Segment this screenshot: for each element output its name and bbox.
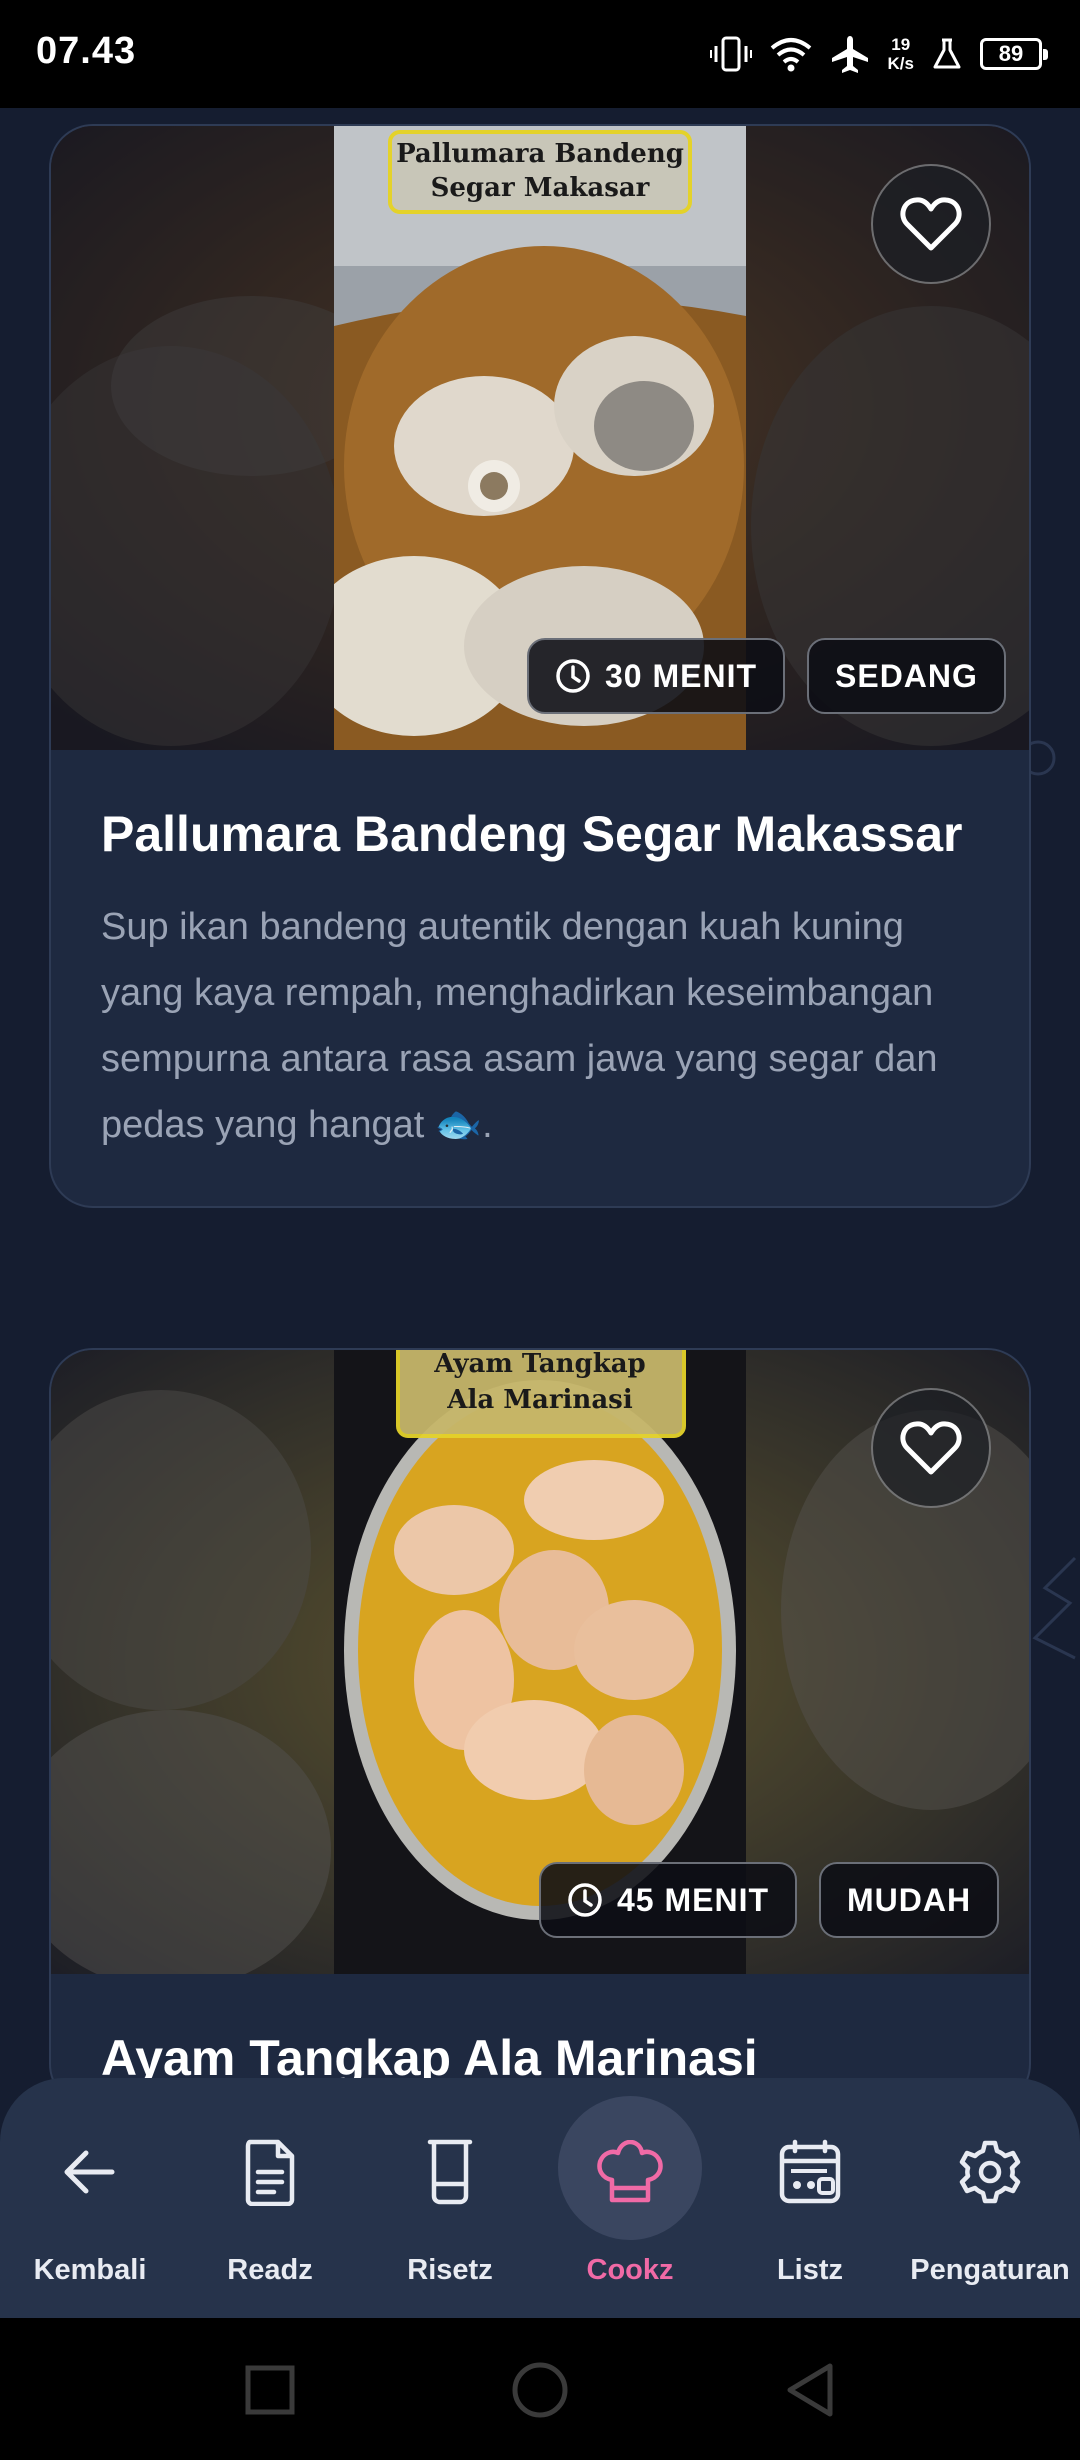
- nav-label: Risetz: [407, 2254, 493, 2286]
- recipe-card[interactable]: Ayam Tangkap Ala Marinasi 45 MENIT MUDAH…: [49, 1348, 1031, 2080]
- nav-item-readz[interactable]: Readz: [180, 2078, 360, 2318]
- recipe-card-body: Ayam Tangkap Ala Marinasi: [51, 1974, 1029, 2080]
- cook-time-label: 30 MENIT: [605, 657, 758, 694]
- bottom-navigation: Kembali Readz Risetz Cookz Listz Pengatu…: [0, 2078, 1080, 2318]
- favorite-button[interactable]: [871, 164, 991, 284]
- recipe-title: Pallumara Bandeng Segar Makassar: [101, 806, 963, 862]
- recents-button[interactable]: [232, 2352, 308, 2428]
- list-calendar-icon: [760, 2122, 860, 2222]
- square-icon: [245, 2365, 295, 2415]
- recipe-card[interactable]: Pallumara Bandeng Segar Makasar 30 MENIT: [49, 124, 1031, 1208]
- nav-label: Listz: [776, 2254, 844, 2286]
- difficulty-badge: SEDANG: [807, 638, 1006, 714]
- recipe-image: Ayam Tangkap Ala Marinasi 45 MENIT MUDAH: [51, 1350, 1029, 1974]
- flask-icon: [933, 38, 961, 69]
- cook-time-label: 45 MENIT: [617, 1881, 770, 1918]
- system-navigation-bar: [0, 2318, 1080, 2460]
- battery-icon: 89: [980, 38, 1048, 70]
- home-button[interactable]: [502, 2352, 578, 2428]
- image-caption-line-2: Ala Marinasi: [446, 1385, 633, 1415]
- difficulty-badge: MUDAH: [819, 1862, 1000, 1938]
- network-speed: 19 K/s: [888, 35, 914, 73]
- background-doodle: [1032, 1556, 1077, 1660]
- favorite-button[interactable]: [871, 1388, 991, 1508]
- gear-icon: [940, 2122, 1040, 2222]
- cook-time-badge: 30 MENIT: [527, 638, 786, 714]
- vibrate-icon: [709, 36, 752, 72]
- document-icon: [220, 2122, 320, 2222]
- difficulty-label: MUDAH: [847, 1881, 972, 1918]
- image-caption-line-1: Ayam Tangkap: [433, 1350, 645, 1379]
- nav-item-cookz[interactable]: Cookz: [540, 2078, 720, 2318]
- circle-icon: [512, 2362, 568, 2418]
- cook-time-badge: 45 MENIT: [539, 1862, 798, 1938]
- image-caption-line-2: Segar Makasar: [431, 173, 650, 203]
- nav-label: Pengaturan: [910, 2254, 1070, 2286]
- recipe-image: Pallumara Bandeng Segar Makasar 30 MENIT: [51, 126, 1029, 750]
- chef-hat-icon: [580, 2122, 680, 2222]
- difficulty-label: SEDANG: [835, 657, 978, 694]
- recipe-list[interactable]: Pallumara Bandeng Segar Makasar 30 MENIT: [0, 108, 1080, 2080]
- triangle-back-icon: [787, 2363, 833, 2417]
- status-bar: 07.43 19 K/s 89: [0, 0, 1080, 108]
- wifi-icon: [770, 38, 811, 72]
- recipe-card-body: Pallumara Bandeng Segar Makassar Sup ika…: [51, 750, 1029, 1158]
- back-button[interactable]: [772, 2352, 848, 2428]
- network-speed-unit: K/s: [887, 54, 914, 73]
- nav-label: Kembali: [33, 2254, 147, 2286]
- network-speed-value: 19: [891, 35, 911, 54]
- airplane-icon: [831, 36, 868, 73]
- heart-icon: [900, 1421, 962, 1475]
- nav-item-kembali[interactable]: Kembali: [0, 2078, 180, 2318]
- nav-item-listz[interactable]: Listz: [720, 2078, 900, 2318]
- nav-item-pengaturan[interactable]: Pengaturan: [900, 2078, 1080, 2318]
- status-icons: 19 K/s 89: [709, 28, 1048, 80]
- battery-level: 89: [998, 41, 1024, 66]
- beaker-icon: [400, 2122, 500, 2222]
- clock-icon: [568, 1883, 602, 1917]
- recipe-title: Ayam Tangkap Ala Marinasi: [101, 2030, 758, 2080]
- clock-icon: [556, 659, 590, 693]
- nav-item-risetz[interactable]: Risetz: [360, 2078, 540, 2318]
- heart-icon: [900, 197, 962, 251]
- arrow-left-icon: [40, 2122, 140, 2222]
- image-caption-line-1: Pallumara Bandeng: [396, 139, 684, 169]
- status-time: 07.43: [36, 30, 137, 72]
- nav-label: Readz: [227, 2254, 313, 2286]
- nav-label: Cookz: [586, 2254, 674, 2286]
- recipe-description: Sup ikan bandeng autentik dengan kuah ku…: [101, 906, 938, 1146]
- screen: 07.43 19 K/s 89 Pallumara Bandeng Segar …: [0, 0, 1080, 2460]
